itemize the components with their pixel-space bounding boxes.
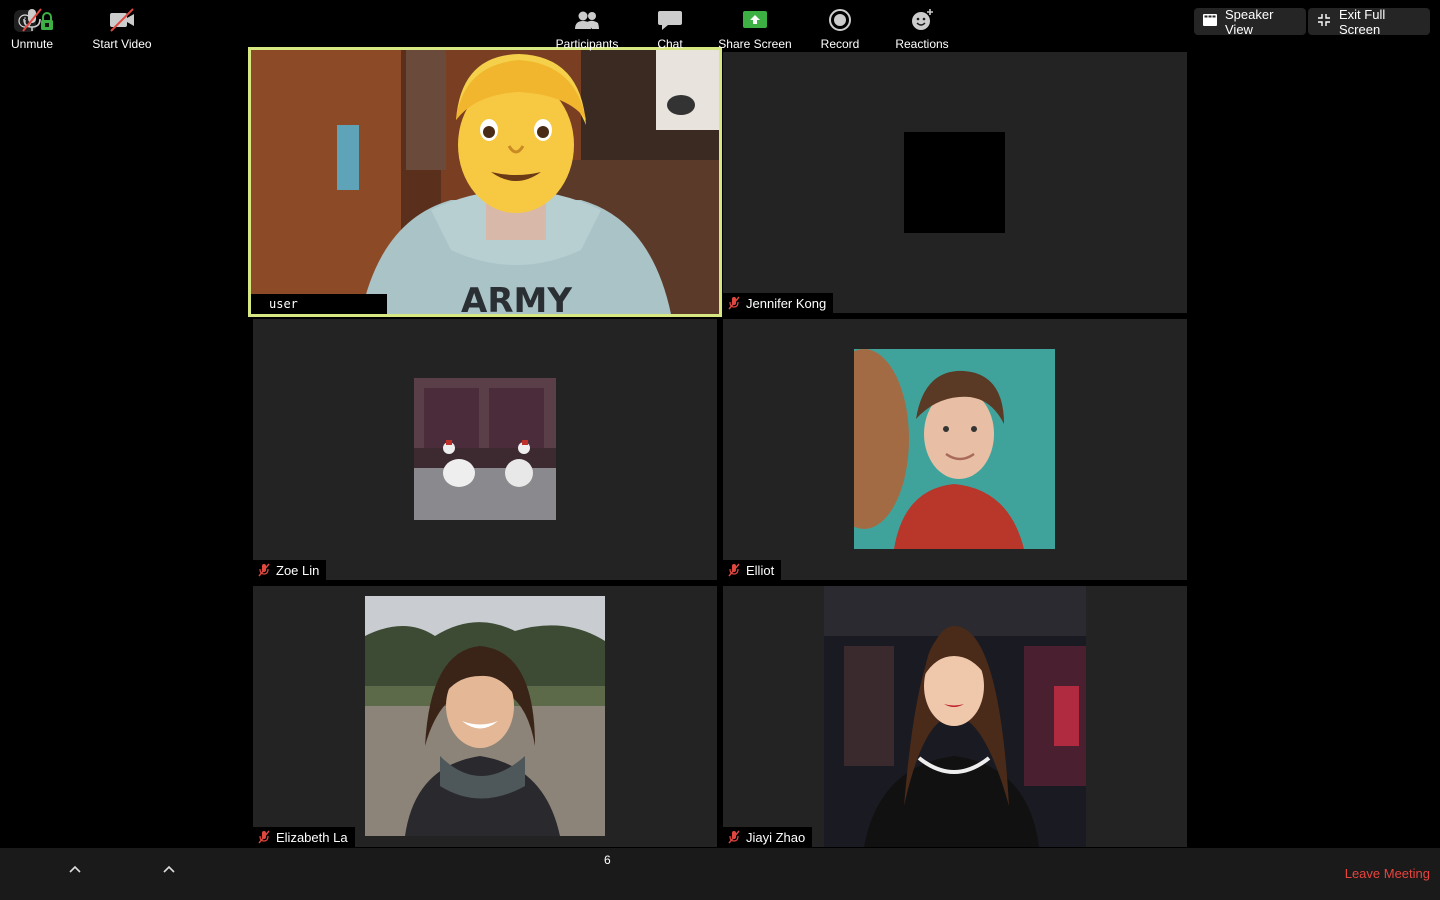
chat-label: Chat <box>657 37 683 51</box>
svg-text:ARMY: ARMY <box>461 281 572 314</box>
record-label: Record <box>820 37 860 51</box>
mic-muted-icon <box>257 563 271 577</box>
user-video-feed: ARMY <box>251 50 719 314</box>
name-tag-elliot: Elliot <box>723 560 782 580</box>
mic-muted-icon <box>727 830 741 844</box>
participant-name: Jiayi Zhao <box>746 829 806 845</box>
profile-photo-zoe-lin <box>414 378 556 520</box>
record-button[interactable]: Record <box>816 0 864 52</box>
video-tile-jennifer-kong[interactable]: Jennifer Kong <box>723 52 1187 313</box>
start-video-button[interactable]: Start Video <box>88 0 156 52</box>
speaker-view-icon <box>1203 14 1217 29</box>
share-screen-icon <box>741 7 769 36</box>
video-tile-user[interactable]: ARMY user <box>248 47 722 317</box>
reactions-label: Reactions <box>895 37 949 51</box>
start-video-label: Start Video <box>92 37 152 51</box>
participant-name: Elliot <box>746 562 775 578</box>
participant-name: Jennifer Kong <box>746 295 827 311</box>
participants-button[interactable]: Participants <box>552 0 622 52</box>
mic-muted-icon <box>727 296 741 310</box>
name-tag-user: user <box>251 294 387 314</box>
video-tile-jiayi-zhao[interactable]: Jiayi Zhao <box>723 586 1187 847</box>
mic-muted-icon <box>727 563 741 577</box>
exit-fullscreen-label: Exit Full Screen <box>1339 6 1386 37</box>
audio-options-caret-icon[interactable] <box>68 862 82 876</box>
participants-count: 6 <box>604 853 611 867</box>
participant-name: user <box>269 297 298 311</box>
profile-placeholder <box>904 132 1005 233</box>
exit-fullscreen-button[interactable]: Exit Full Screen <box>1308 6 1430 37</box>
profile-photo-elizabeth-la <box>365 596 605 836</box>
record-icon <box>826 7 854 36</box>
mic-muted-icon <box>18 7 46 36</box>
share-screen-button[interactable]: Share Screen <box>716 0 794 52</box>
profile-photo-elliot <box>854 349 1055 549</box>
participants-label: Participants <box>555 37 619 51</box>
name-tag-elizabeth-la: Elizabeth La <box>253 827 355 847</box>
mic-muted-icon <box>257 830 271 844</box>
video-tile-zoe-lin[interactable]: Zoe Lin <box>253 319 717 580</box>
chat-icon <box>656 7 684 36</box>
speaker-view-label: Speaker View <box>1225 6 1274 37</box>
video-tile-elliot[interactable]: Elliot <box>723 319 1187 580</box>
share-screen-label: Share Screen <box>718 37 792 51</box>
video-off-icon <box>108 7 136 36</box>
name-tag-jiayi-zhao: Jiayi Zhao <box>723 827 813 847</box>
profile-photo-jiayi-zhao <box>824 586 1086 847</box>
reactions-button[interactable]: Reactions <box>892 0 952 52</box>
name-tag-jennifer-kong: Jennifer Kong <box>723 293 834 313</box>
video-tile-elizabeth-la[interactable]: Elizabeth La <box>253 586 717 847</box>
leave-meeting-button[interactable]: Leave Meeting <box>1345 866 1430 881</box>
name-tag-zoe-lin: Zoe Lin <box>253 560 327 580</box>
speaker-view-button[interactable]: Speaker View <box>1194 6 1306 37</box>
participants-icon <box>573 7 601 36</box>
chat-button[interactable]: Chat <box>650 0 690 52</box>
exit-fullscreen-icon <box>1317 13 1331 30</box>
participant-name: Elizabeth La <box>276 829 348 845</box>
unmute-label: Unmute <box>10 37 54 51</box>
participant-name: Zoe Lin <box>276 562 320 578</box>
unmute-button[interactable]: Unmute <box>4 0 60 52</box>
reactions-icon <box>908 7 936 36</box>
meeting-toolbar <box>0 848 1440 900</box>
video-options-caret-icon[interactable] <box>162 862 176 876</box>
